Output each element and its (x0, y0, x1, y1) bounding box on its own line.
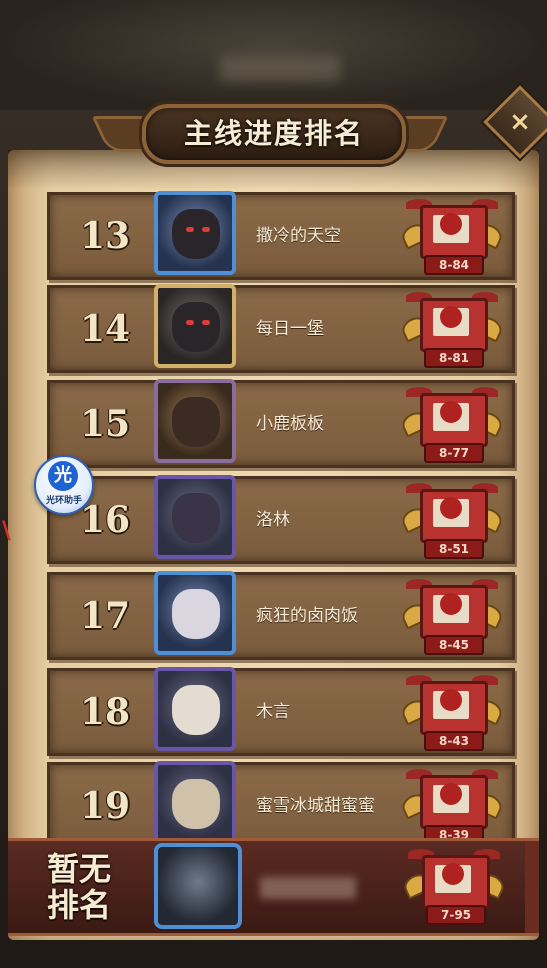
player-name: 洛林 (256, 510, 290, 530)
emblem-icon (440, 213, 462, 235)
stage-progress: 8-51 (424, 539, 484, 559)
my-progress-badge: 7-95 (400, 849, 508, 927)
stage-progress: 8-43 (424, 731, 484, 751)
rank-row-17[interactable]: 17 疯狂的卤肉饭 8-45 (47, 571, 515, 660)
player-avatar[interactable] (154, 667, 236, 751)
progress-badge: 8-77 (398, 387, 506, 463)
avatar-eye (202, 227, 210, 232)
rank-row-15[interactable]: 15 小鹿板板 8-77 (47, 379, 515, 468)
stage-progress: 8-84 (424, 255, 484, 275)
avatar-face (172, 302, 220, 352)
player-name: 木言 (256, 702, 290, 722)
progress-badge: 8-43 (398, 675, 506, 751)
avatar-face (172, 209, 220, 259)
emblem-icon (440, 593, 462, 615)
avatar-face (172, 589, 220, 639)
rank-number: 13 (79, 215, 131, 257)
emblem-icon (440, 306, 462, 328)
player-avatar[interactable] (154, 379, 236, 463)
my-rank-row: 暂无 排名 7-95 (8, 838, 539, 936)
avatar-face (172, 493, 220, 543)
helper-label: 光环助手 (45, 496, 82, 506)
rank-row-13[interactable]: 13 撒冷的天空 8-84 (47, 191, 515, 280)
rank-number: 19 (79, 785, 131, 827)
player-avatar[interactable] (154, 284, 236, 368)
emblem-icon (440, 497, 462, 519)
player-name: 撒冷的天空 (256, 226, 341, 246)
emblem-icon (440, 401, 462, 423)
progress-badge: 8-84 (398, 199, 506, 275)
player-avatar[interactable] (154, 475, 236, 559)
avatar-face (172, 685, 220, 735)
avatar-face (172, 779, 220, 829)
progress-badge: 8-39 (398, 769, 506, 845)
rank-number: 15 (79, 403, 131, 445)
close-icon: × (509, 107, 531, 137)
background-top (0, 0, 547, 110)
emblem-icon (440, 783, 462, 805)
ranking-screen: 主线进度排名 × 13 撒冷的天空 8-84 14 每日一堡 8-81 15 小… (0, 0, 547, 968)
footer-stripe (525, 841, 539, 933)
rank-number: 17 (79, 595, 131, 637)
stage-progress: 8-77 (424, 443, 484, 463)
emblem-icon (442, 863, 464, 885)
my-rank-label: 暂无 排名 (34, 851, 124, 923)
player-name: 蜜雪冰城甜蜜蜜 (256, 796, 375, 816)
title-banner: 主线进度排名 (91, 96, 449, 166)
my-rank-label-line1: 暂无 (46, 850, 111, 888)
player-name: 疯狂的卤肉饭 (256, 606, 358, 626)
my-avatar[interactable] (154, 843, 242, 929)
my-rank-label-line2: 排名 (46, 886, 111, 924)
emblem-icon (440, 689, 462, 711)
my-name-blurred (260, 877, 356, 899)
avatar-eye (186, 320, 194, 325)
helper-icon: 光 (48, 461, 78, 491)
avatar-eye (202, 320, 210, 325)
helper-floating-button[interactable]: 光 光环助手 (34, 455, 94, 515)
player-avatar[interactable] (154, 761, 236, 845)
player-avatar[interactable] (154, 571, 236, 655)
rank-row-16[interactable]: 16 洛林 8-51 (47, 475, 515, 564)
progress-badge: 8-45 (398, 579, 506, 655)
rank-row-14[interactable]: 14 每日一堡 8-81 (47, 284, 515, 373)
avatar-eye (186, 227, 194, 232)
avatar-face (172, 397, 220, 447)
stage-progress: 8-45 (424, 635, 484, 655)
edge-mark: \ (2, 516, 11, 544)
player-name: 小鹿板板 (256, 414, 324, 434)
blurred-header-text (220, 55, 340, 81)
rank-row-19[interactable]: 19 蜜雪冰城甜蜜蜜 8-39 (47, 761, 515, 850)
rank-row-18[interactable]: 18 木言 8-43 (47, 667, 515, 756)
progress-badge: 8-81 (398, 292, 506, 368)
page-title: 主线进度排名 (183, 117, 364, 150)
stage-progress: 8-81 (424, 348, 484, 368)
rank-number: 14 (79, 308, 131, 350)
my-stage-progress: 7-95 (426, 905, 486, 925)
rank-number: 18 (79, 691, 131, 733)
player-avatar[interactable] (154, 191, 236, 275)
player-name: 每日一堡 (256, 319, 324, 339)
progress-badge: 8-51 (398, 483, 506, 559)
